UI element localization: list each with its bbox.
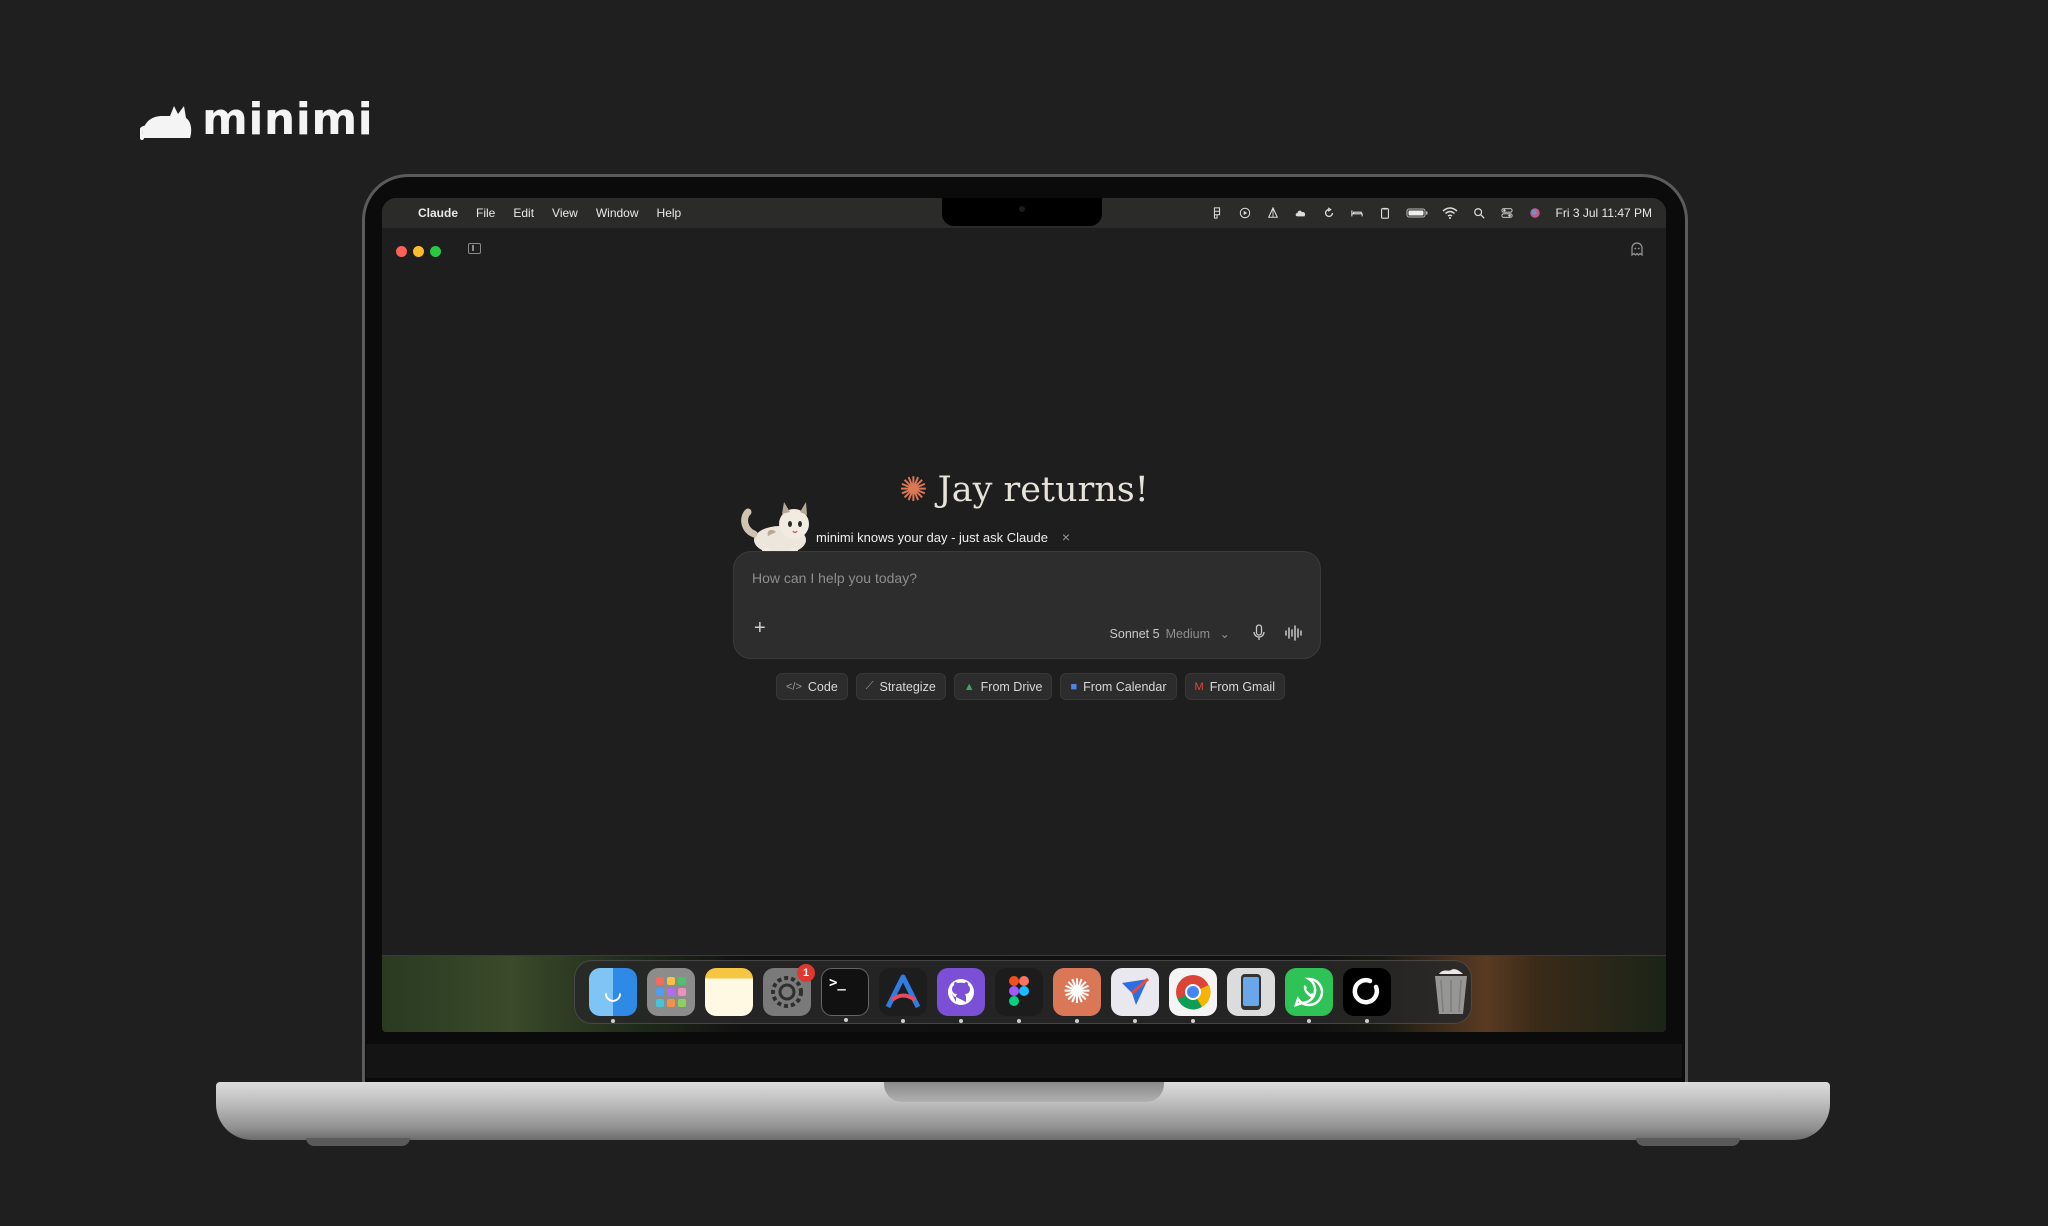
figma-icon	[1009, 976, 1029, 1006]
dock-trash[interactable]	[1427, 968, 1475, 1016]
laptop-foot-right	[1636, 1138, 1740, 1146]
github-icon	[948, 979, 974, 1005]
prompt-input[interactable]: How can I help you today?	[752, 570, 917, 586]
spark-mail-icon	[1122, 977, 1149, 1005]
cloud-icon[interactable]	[1294, 207, 1308, 219]
brand-name: minimi	[202, 94, 374, 145]
dock-loop[interactable]	[1343, 968, 1391, 1023]
calendar-icon: ■	[1070, 680, 1078, 693]
minimi-cat-mascot-icon	[741, 502, 809, 557]
loop-icon	[1352, 977, 1380, 1005]
model-selector[interactable]: Sonnet 5 Medium ⌄	[1110, 626, 1230, 641]
dock-claude[interactable]: ✺	[1053, 968, 1101, 1023]
chevron-down-icon: ⌄	[1216, 627, 1230, 641]
dock-system-settings[interactable]: 1	[763, 964, 815, 1016]
siri-icon[interactable]	[1528, 207, 1542, 219]
dock-figma[interactable]	[995, 968, 1043, 1023]
battery-icon[interactable]	[1406, 207, 1428, 219]
dock-arc[interactable]	[879, 968, 927, 1023]
brand-logo: minimi	[140, 94, 373, 145]
simulator-icon	[1241, 974, 1261, 1010]
dock: ◡ 1 >_ ✺	[574, 960, 1472, 1024]
claude-spark-icon: ✺	[899, 470, 928, 510]
laptop-opening-groove	[884, 1082, 1164, 1102]
wifi-icon[interactable]	[1442, 207, 1458, 219]
laptop-foot-left	[306, 1138, 410, 1146]
minimi-tip: minimi knows your day - just ask Claude …	[816, 529, 1070, 545]
voice-mode-icon[interactable]	[1284, 624, 1304, 642]
window-zoom-button[interactable]	[430, 246, 441, 257]
chip-strategize[interactable]: ⟋ Strategize	[855, 673, 946, 700]
cat-logo-icon	[140, 105, 192, 140]
tip-text: minimi knows your day - just ask Claude	[816, 529, 1048, 545]
control-center-icon[interactable]	[1500, 207, 1514, 219]
chart-icon: ⟋	[865, 680, 874, 692]
claude-icon: ✺	[1062, 973, 1092, 1011]
chip-from-calendar[interactable]: ■ From Calendar	[1060, 673, 1177, 700]
finder-icon: ◡	[604, 981, 622, 1004]
dock-launchpad[interactable]	[647, 968, 695, 1016]
launchpad-icon	[656, 977, 686, 1007]
arc-icon	[885, 974, 921, 1009]
model-effort: Medium	[1165, 627, 1211, 641]
dock-terminal[interactable]: >_	[821, 968, 869, 1022]
screen: Claude File Edit View Window Help Fri 3 …	[382, 198, 1666, 1032]
microphone-icon[interactable]	[1252, 624, 1266, 642]
menu-edit[interactable]: Edit	[513, 206, 534, 220]
prompt-composer[interactable]: How can I help you today? + Sonnet 5 Medi…	[733, 551, 1321, 659]
play-icon[interactable]	[1238, 207, 1252, 219]
dock-github-desktop[interactable]	[937, 968, 985, 1023]
add-attachment-button[interactable]: +	[754, 618, 766, 638]
chip-from-drive[interactable]: ▲ From Drive	[953, 673, 1053, 700]
dock-whatsapp[interactable]	[1285, 968, 1333, 1023]
menu-datetime[interactable]: Fri 3 Jul 11:47 PM	[1556, 206, 1652, 220]
menu-help[interactable]: Help	[657, 206, 682, 220]
clipboard-icon[interactable]	[1378, 207, 1392, 219]
laptop-chin	[366, 1044, 1682, 1078]
figma-icon[interactable]	[1210, 207, 1224, 219]
greeting: ✺ Jay returns!	[382, 470, 1666, 510]
notification-badge: 1	[797, 964, 815, 982]
menu-window[interactable]: Window	[596, 206, 639, 220]
drive-icon: ▲	[963, 680, 975, 693]
menu-view[interactable]: View	[552, 206, 578, 220]
dock-notes[interactable]	[705, 968, 753, 1016]
chip-from-gmail[interactable]: M From Gmail	[1184, 673, 1285, 700]
menu-file[interactable]: File	[476, 206, 495, 220]
sync-icon[interactable]	[1322, 207, 1336, 219]
bed-icon[interactable]	[1350, 207, 1364, 219]
window-close-button[interactable]	[396, 246, 407, 257]
greeting-text: Jay returns!	[937, 470, 1149, 510]
incognito-ghost-icon[interactable]	[1630, 242, 1644, 256]
model-name: Sonnet 5	[1109, 627, 1160, 641]
dock-finder[interactable]: ◡	[589, 968, 637, 1023]
search-icon[interactable]	[1472, 207, 1486, 219]
code-icon: </>	[786, 680, 802, 693]
dock-simulator[interactable]	[1227, 968, 1275, 1016]
dock-chrome[interactable]	[1169, 968, 1217, 1023]
tip-close-button[interactable]: ×	[1062, 529, 1070, 545]
sidebar-toggle-icon[interactable]	[468, 243, 481, 254]
quick-action-chips: </> Code ⟋ Strategize ▲ From Drive ■ From Ca…	[776, 673, 1285, 700]
menu-app-name[interactable]: Claude	[418, 206, 458, 220]
dock-spark[interactable]	[1111, 968, 1159, 1023]
camera-notch	[942, 198, 1102, 226]
trash-icon	[1435, 969, 1467, 1014]
terminal-icon: >_	[829, 975, 846, 991]
whatsapp-icon	[1294, 977, 1324, 1007]
chrome-icon	[1176, 975, 1211, 1010]
chip-code[interactable]: </> Code	[776, 673, 848, 700]
gmail-icon: M	[1194, 680, 1204, 693]
window-minimize-button[interactable]	[413, 246, 424, 257]
sail-icon[interactable]	[1266, 207, 1280, 219]
